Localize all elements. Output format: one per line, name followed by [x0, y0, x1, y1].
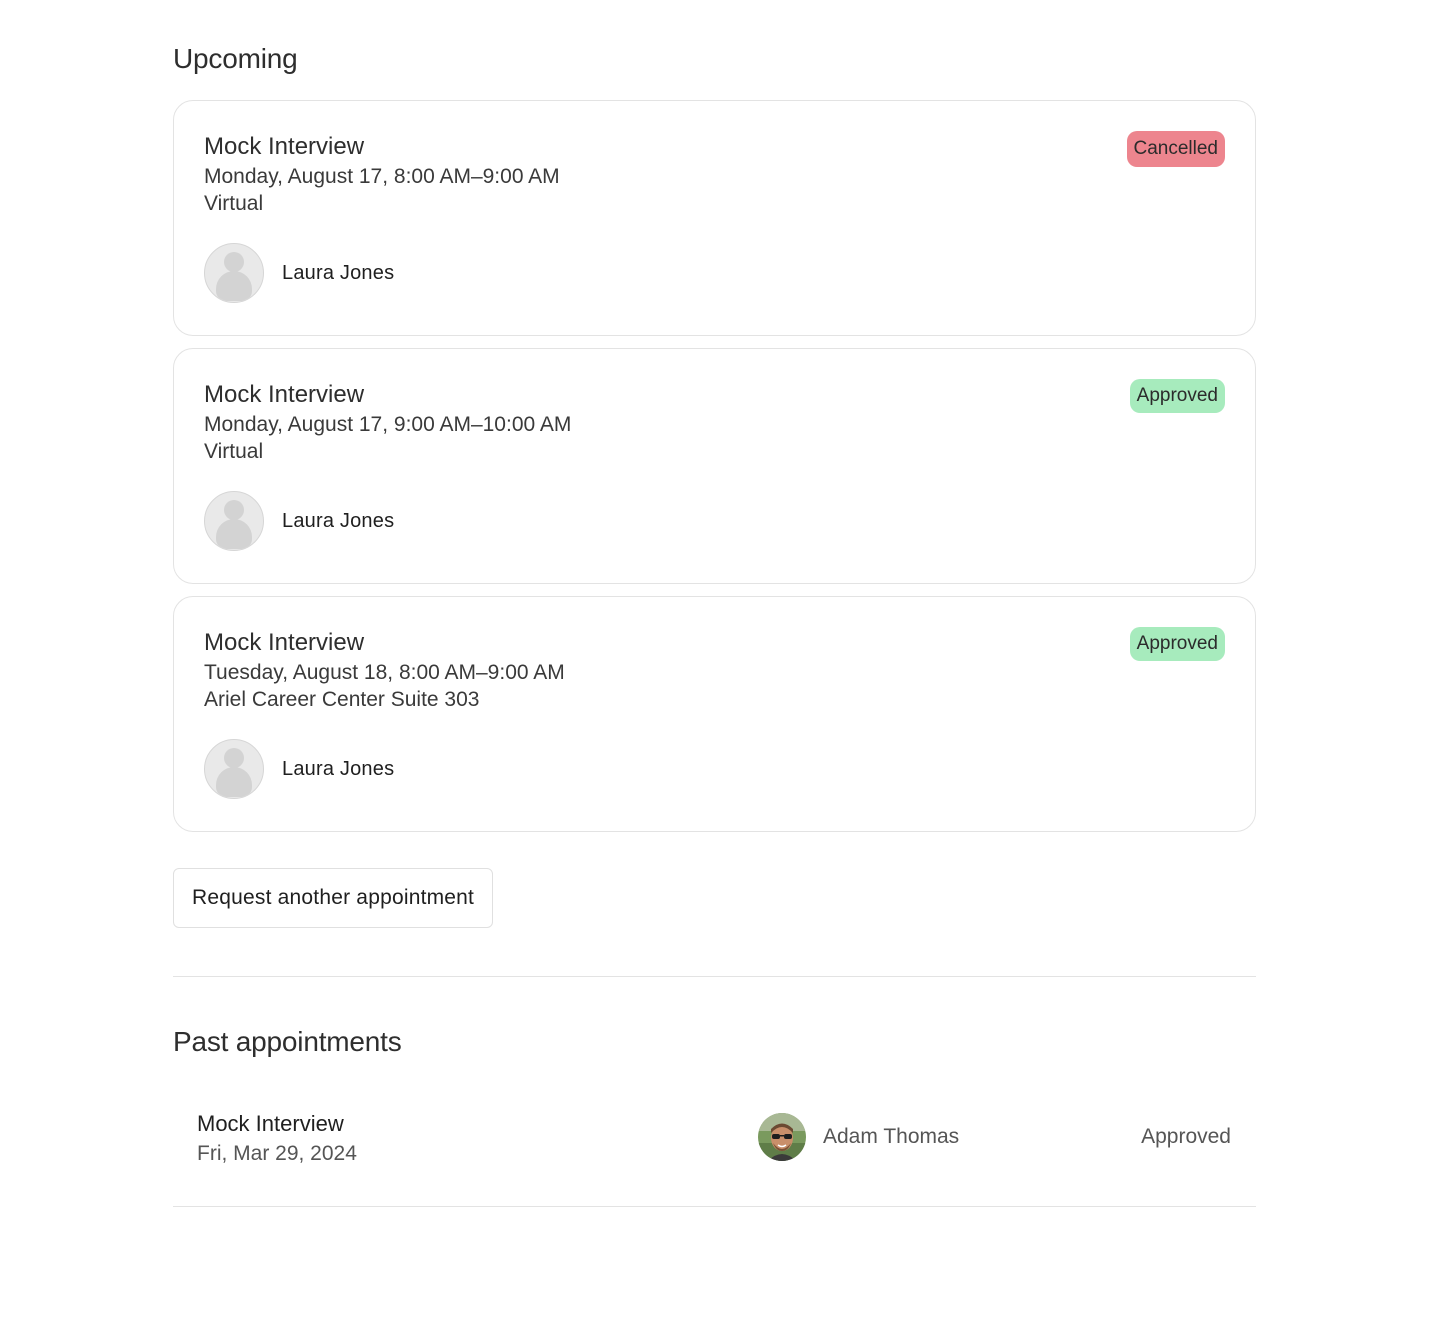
- appointment-datetime: Tuesday, August 18, 8:00 AM–9:00 AM: [204, 661, 565, 684]
- upcoming-heading: Upcoming: [173, 43, 298, 74]
- appointment-card[interactable]: Mock Interview Monday, August 17, 9:00 A…: [173, 348, 1256, 584]
- appointment-datetime: Monday, August 17, 9:00 AM–10:00 AM: [204, 413, 572, 436]
- avatar-placeholder-icon: [204, 243, 264, 303]
- status-badge: Approved: [1129, 627, 1225, 661]
- past-status-label: Approved: [1141, 1125, 1231, 1148]
- past-appointment-host: Adam Thomas: [758, 1113, 959, 1161]
- appointment-datetime: Monday, August 17, 8:00 AM–9:00 AM: [204, 165, 560, 188]
- appointment-title: Mock Interview: [204, 133, 365, 160]
- appointment-host: Laura Jones: [204, 243, 1225, 303]
- section-divider: [173, 976, 1256, 977]
- avatar-placeholder-icon: [204, 491, 264, 551]
- request-appointment-button[interactable]: Request another appointment: [173, 868, 494, 928]
- past-appointment-row[interactable]: Mock Interview Fri, Mar 29, 2024 Adam Th…: [173, 1091, 1256, 1207]
- status-badge: Cancelled: [1126, 131, 1225, 167]
- host-name: Adam Thomas: [823, 1125, 960, 1148]
- appointment-location: Ariel Career Center Suite 303: [204, 688, 480, 711]
- appointment-host: Laura Jones: [204, 739, 1225, 799]
- past-appointment-info: Mock Interview Fri, Mar 29, 2024: [197, 1109, 357, 1169]
- status-badge: Approved: [1129, 379, 1225, 413]
- appointment-location: Virtual: [204, 440, 264, 463]
- past-appointment-date: Fri, Mar 29, 2024: [197, 1142, 357, 1165]
- host-name: Laura Jones: [282, 509, 395, 532]
- avatar: [758, 1113, 806, 1161]
- appointment-card[interactable]: Mock Interview Monday, August 17, 8:00 A…: [173, 100, 1256, 336]
- appointment-host: Laura Jones: [204, 491, 1225, 551]
- host-name: Laura Jones: [282, 261, 395, 284]
- appointment-card[interactable]: Mock Interview Tuesday, August 18, 8:00 …: [173, 596, 1256, 832]
- host-name: Laura Jones: [282, 757, 395, 780]
- past-appointments-heading: Past appointments: [173, 1026, 402, 1057]
- past-appointment-title: Mock Interview: [197, 1111, 344, 1136]
- appointment-title: Mock Interview: [204, 381, 365, 408]
- appointments-page: Upcoming Mock Interview Monday, August 1…: [173, 0, 1256, 1207]
- appointment-title: Mock Interview: [204, 629, 365, 656]
- avatar-placeholder-icon: [204, 739, 264, 799]
- appointment-location: Virtual: [204, 192, 264, 215]
